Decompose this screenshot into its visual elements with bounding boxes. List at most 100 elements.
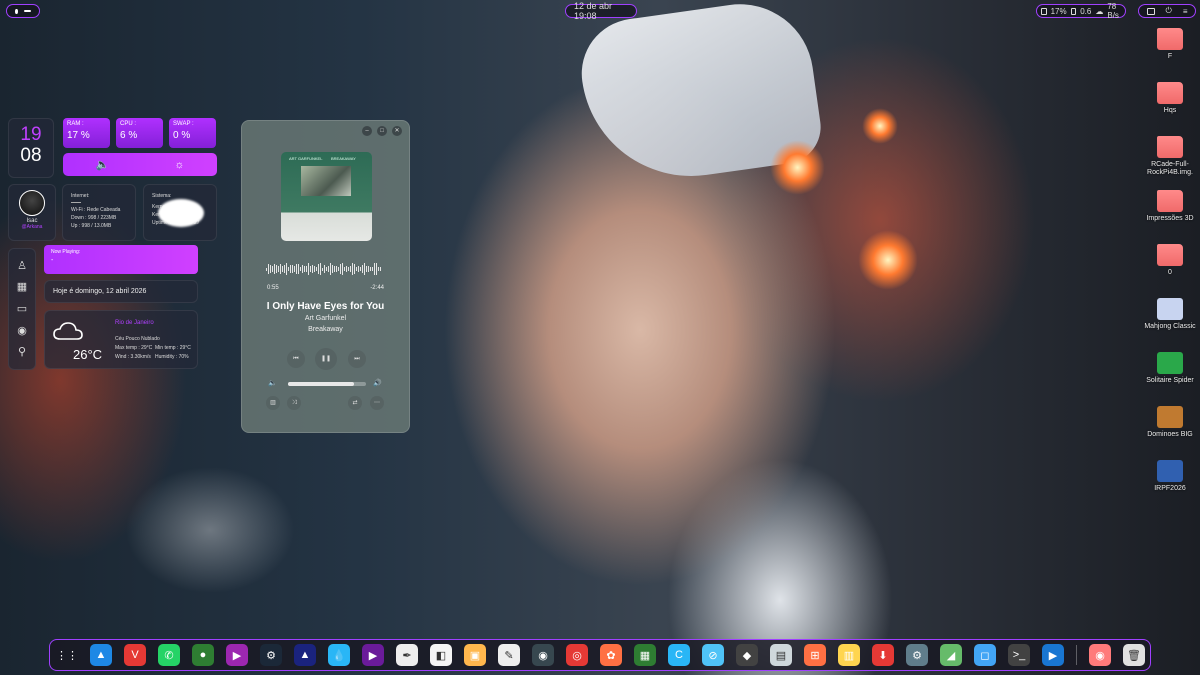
desktop-icon-label: F	[1167, 53, 1173, 60]
waveform-bar	[266, 267, 267, 271]
cpu-label: CPU :	[120, 121, 137, 127]
power-icon[interactable]: ⏻	[1166, 6, 1172, 16]
swap-usage: 0 %	[173, 130, 191, 141]
avatar[interactable]	[19, 190, 45, 216]
desktop-icon[interactable]: Solitaire Spider	[1142, 352, 1198, 385]
volume-high-icon: 🔊	[373, 380, 382, 387]
maximize-icon[interactable]: □	[377, 126, 387, 136]
waveform-bar	[376, 263, 377, 275]
inkscape-icon[interactable]: ✒	[396, 644, 418, 666]
app-icon	[1157, 298, 1183, 320]
photos-icon[interactable]: ◧	[430, 644, 452, 666]
shuffle-button[interactable]: ⤨	[287, 396, 301, 410]
previous-button[interactable]: ⏮	[287, 350, 305, 368]
location-icon[interactable]: ⚲	[16, 346, 28, 358]
spreadsheet-icon[interactable]: ▦	[634, 644, 656, 666]
desktop-icon[interactable]: RCade-Full-RockPi4B.img.	[1142, 136, 1198, 177]
song-artist: Art Garfunkel	[304, 315, 347, 322]
desktop-icon[interactable]: Impressões 3D	[1142, 190, 1198, 223]
calendar-icon[interactable]: ▦	[16, 281, 28, 293]
sidebar-toggle-button[interactable]: ▥	[266, 396, 280, 410]
app-icon	[1157, 460, 1183, 482]
desktop-icon[interactable]: Mahjong Classic	[1142, 298, 1198, 331]
music-player-window: – □ ✕ ART GARFUNKEL BREAKAWAY 0:55 -2:44…	[241, 120, 410, 433]
weather-stats: Max temp : 29°C Min temp : 29°C Wind : 3…	[115, 344, 199, 362]
whatsapp-icon[interactable]: ✆	[158, 644, 180, 666]
minimize-icon[interactable]: –	[362, 126, 372, 136]
waveform-bar	[288, 266, 289, 272]
waveform-bar	[354, 263, 355, 275]
archive-icon[interactable]: ▣	[464, 644, 486, 666]
desktop-icon[interactable]: F	[1142, 28, 1198, 61]
desktop-icon[interactable]: 0	[1142, 244, 1198, 277]
waveform-bar	[324, 265, 325, 273]
vivaldi-icon[interactable]: V	[124, 644, 146, 666]
store-icon[interactable]: ◻	[974, 644, 996, 666]
now-playing-value: -	[51, 257, 54, 264]
cpu-usage: 6 %	[120, 130, 138, 141]
next-button[interactable]: ⏭	[348, 350, 366, 368]
desktop-icon[interactable]: IRPF2026	[1142, 460, 1198, 493]
close-icon[interactable]: ✕	[392, 126, 402, 136]
color-app-icon[interactable]: ✿	[600, 644, 622, 666]
c-app-icon[interactable]: C	[668, 644, 690, 666]
drop-app-icon[interactable]: 💧	[328, 644, 350, 666]
song-album: Breakaway	[308, 326, 343, 333]
desktop-icon-label: Hqs	[1163, 107, 1177, 114]
waveform-bar	[370, 267, 371, 271]
terminal-icon[interactable]: >_	[1008, 644, 1030, 666]
volume-icon[interactable]: 🔈	[96, 158, 110, 171]
waveform-bar	[360, 267, 361, 271]
now-playing-widget[interactable]: Now Playing: -	[44, 245, 198, 274]
steam-icon[interactable]: ⚙	[260, 644, 282, 666]
media-player-icon[interactable]: ▶	[226, 644, 248, 666]
apps-grid-icon[interactable]: ⋮⋮	[56, 644, 78, 666]
menu-icon[interactable]: ≡	[1183, 7, 1188, 16]
game-controller-icon[interactable]: ⊞	[804, 644, 826, 666]
widget-side-nav: ♙ ▦ ▭ ◉ ⚲	[8, 248, 36, 370]
display-icon[interactable]	[1146, 7, 1155, 15]
triangle-app-icon[interactable]: ▲	[294, 644, 316, 666]
desktop-icon[interactable]: Dominoes BIG	[1142, 406, 1198, 439]
wallpaper-light	[858, 230, 918, 290]
arch-icon[interactable]: ▲	[90, 644, 112, 666]
maps-icon[interactable]: ◢	[940, 644, 962, 666]
tray-pill[interactable]: ⏻ ≡	[1138, 4, 1196, 18]
launcher-dot-icon	[15, 8, 18, 14]
downloader-icon[interactable]: ⬇	[872, 644, 894, 666]
clock-hour: 19	[20, 124, 42, 145]
browser-icon[interactable]: ⊘	[702, 644, 724, 666]
notes-icon[interactable]: ▥	[838, 644, 860, 666]
video-editor-icon[interactable]: ◎	[566, 644, 588, 666]
player-icon[interactable]: ▶	[1042, 644, 1064, 666]
inkscape2-icon[interactable]: ◆	[736, 644, 758, 666]
waveform-seekbar[interactable]	[266, 261, 386, 277]
waveform-bar	[342, 262, 343, 276]
brightness-icon[interactable]: ☼	[174, 159, 184, 171]
up-line: Up : 998 / 13.0MB	[71, 223, 112, 229]
waveform-bar	[312, 265, 313, 273]
desktop-icon[interactable]: Hqs	[1142, 82, 1198, 115]
launcher-button[interactable]	[6, 4, 40, 18]
clock-widget: 19 08	[8, 118, 54, 178]
text-editor-icon[interactable]: ✎	[498, 644, 520, 666]
green-app-icon[interactable]: ●	[192, 644, 214, 666]
repeat-button[interactable]: ⇄	[348, 396, 362, 410]
topbar-clock[interactable]: 12 de abr 19:08	[565, 1, 637, 21]
purple-play-icon[interactable]: ▶	[362, 644, 384, 666]
volume-slider[interactable]	[288, 382, 366, 386]
screenshot-folder-icon[interactable]: ◉	[1089, 644, 1111, 666]
files-icon[interactable]: ▤	[770, 644, 792, 666]
play-icon[interactable]: ◉	[16, 325, 28, 337]
system-status[interactable]: 17% 0.6 ☁ 78 B/s	[1036, 2, 1126, 20]
remaining-time: -2:44	[370, 285, 384, 291]
settings-icon[interactable]: ⚙	[906, 644, 928, 666]
waveform-bar	[294, 266, 295, 272]
disk-icon[interactable]: ◉	[532, 644, 554, 666]
monitor-icon[interactable]: ▭	[16, 303, 28, 315]
user-icon[interactable]: ♙	[16, 260, 28, 272]
trash-icon[interactable]: 🗑	[1123, 644, 1145, 666]
temperature: 26°C	[73, 347, 103, 362]
more-button[interactable]: ⋯	[370, 396, 384, 410]
pause-button[interactable]: ❚❚	[315, 348, 337, 370]
